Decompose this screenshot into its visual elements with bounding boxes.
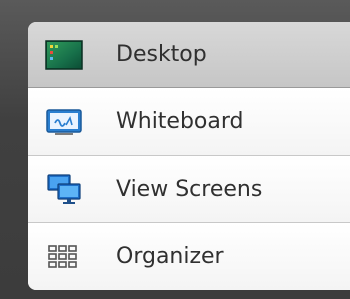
navigation-menu: Desktop Whiteboard View Screens Organize… [28,22,350,290]
window-frame: Desktop Whiteboard View Screens Organize… [0,0,350,299]
whiteboard-icon [46,108,82,135]
organizer-grid-icon [48,244,77,268]
menu-item-desktop[interactable]: Desktop [28,22,350,88]
menu-item-label: Organizer [116,244,224,269]
menu-item-label: Desktop [116,42,207,67]
menu-item-whiteboard[interactable]: Whiteboard [28,88,350,156]
menu-item-label: View Screens [116,176,263,202]
menu-item-label: Whiteboard [116,109,244,134]
menu-item-organizer[interactable]: Organizer [28,223,350,290]
desktop-icon [45,39,83,70]
menu-item-view-screens[interactable]: View Screens [28,156,350,223]
view-screens-icon [47,174,81,204]
